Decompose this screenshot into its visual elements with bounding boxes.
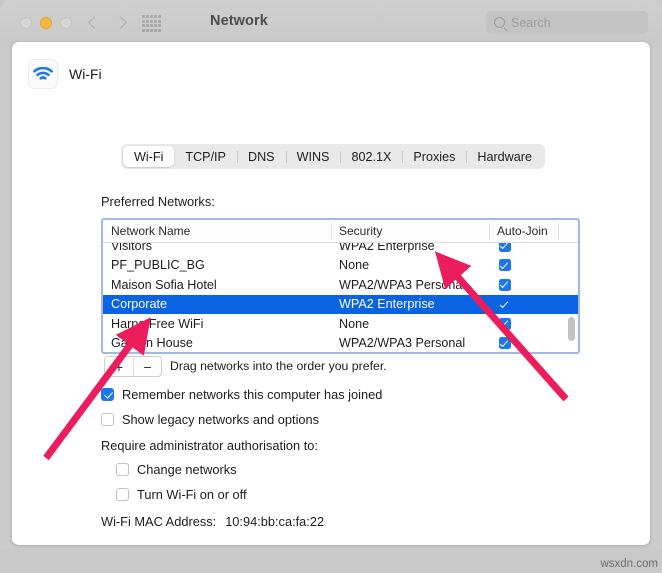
cell-network-name: Garden House <box>111 336 193 351</box>
option-label: Turn Wi-Fi on or off <box>137 487 247 502</box>
table-vertical-scrollbar[interactable] <box>568 317 575 341</box>
option-show-legacy[interactable]: Show legacy networks and options <box>101 412 319 427</box>
service-name: Wi-Fi <box>69 66 102 82</box>
table-row[interactable]: Visitors WPA2 Enterprise <box>103 243 578 256</box>
navigation-arrows <box>88 13 128 33</box>
mac-address-row: Wi-Fi MAC Address: 10:94:bb:ca:fa:22 <box>101 514 324 529</box>
zoom-button[interactable] <box>60 17 72 29</box>
tab-proxies[interactable]: Proxies <box>402 146 466 167</box>
screenshot-root: Network Search Wi-Fi Wi-Fi TCP/IP DNS WI… <box>0 0 662 573</box>
table-row[interactable]: Maison Sofia Hotel WPA2/WPA3 Personal <box>103 275 578 295</box>
watermark: wsxdn.com <box>600 558 658 570</box>
option-label: Show legacy networks and options <box>122 412 320 427</box>
network-preferences-window: Network Search Wi-Fi Wi-Fi TCP/IP DNS WI… <box>0 0 662 560</box>
mac-address-value: 10:94:bb:ca:fa:22 <box>225 514 325 529</box>
tab-wins[interactable]: WINS <box>285 146 341 167</box>
remove-network-button[interactable]: − <box>133 357 161 376</box>
auto-join-checkbox[interactable] <box>499 259 511 272</box>
cell-auto-join <box>489 298 558 311</box>
tab-8021x[interactable]: 802.1X <box>340 146 402 167</box>
service-header: Wi-Fi <box>28 59 102 89</box>
tab-tcpip[interactable]: TCP/IP <box>174 146 237 167</box>
add-network-button[interactable]: + <box>105 357 133 376</box>
table-body: Visitors WPA2 Enterprise PF_PUBLIC_BG No… <box>103 243 578 353</box>
settings-tabs: Wi-Fi TCP/IP DNS WINS 802.1X Proxies Har… <box>121 144 545 169</box>
add-remove-button-group: + − <box>104 356 162 377</box>
cell-network-name: Maison Sofia Hotel <box>111 277 217 292</box>
footer-strip <box>0 549 662 573</box>
auto-join-checkbox[interactable] <box>499 243 511 252</box>
chevron-left-icon[interactable] <box>88 13 100 33</box>
cell-security: WPA2/WPA3 Personal <box>339 277 466 292</box>
checkbox-show-legacy[interactable] <box>101 413 114 426</box>
minimize-button[interactable] <box>40 17 52 29</box>
auto-join-checkbox[interactable] <box>499 298 511 311</box>
cell-auto-join <box>489 243 558 252</box>
table-header-row: Network Name Security Auto-Join <box>103 220 578 243</box>
cell-network-name: PF_PUBLIC_BG <box>111 258 205 273</box>
search-field[interactable]: Search <box>486 11 648 34</box>
cell-auto-join <box>489 278 558 291</box>
checkbox-turn-wifi-on-off[interactable] <box>116 488 129 501</box>
cell-security: WPA2/WPA3 Personal <box>339 336 466 351</box>
wifi-settings-sheet: Wi-Fi Wi-Fi TCP/IP DNS WINS 802.1X Proxi… <box>12 42 650 545</box>
auto-join-checkbox[interactable] <box>499 337 511 350</box>
table-row[interactable]: Garden House WPA2/WPA3 Personal <box>103 334 578 353</box>
preferred-networks-table[interactable]: Network Name Security Auto-Join Visitors… <box>101 218 580 354</box>
cell-auto-join <box>489 259 558 272</box>
cell-network-name: Corporate <box>111 297 168 312</box>
auto-join-checkbox[interactable] <box>499 317 511 330</box>
column-header-auto-join[interactable]: Auto-Join <box>489 220 558 242</box>
page-title: Network <box>210 13 268 29</box>
search-icon <box>494 17 505 28</box>
table-row[interactable]: PF_PUBLIC_BG None <box>103 256 578 276</box>
traffic-light-group <box>20 17 72 29</box>
mac-address-label: Wi-Fi MAC Address: <box>101 514 217 529</box>
cell-security: None <box>339 316 370 331</box>
search-placeholder: Search <box>511 15 551 30</box>
checkbox-change-networks[interactable] <box>116 463 129 476</box>
option-remember-networks[interactable]: Remember networks this computer has join… <box>101 387 382 402</box>
tab-hardware[interactable]: Hardware <box>466 146 543 167</box>
cell-network-name: Visitors <box>111 243 153 253</box>
require-admin-label: Require administrator authorisation to: <box>101 438 318 453</box>
checkbox-remember-networks[interactable] <box>101 388 114 401</box>
tab-wifi[interactable]: Wi-Fi <box>123 146 175 167</box>
auto-join-checkbox[interactable] <box>499 278 511 291</box>
window-titlebar: Network Search <box>0 0 662 47</box>
tab-dns[interactable]: DNS <box>236 146 286 167</box>
drag-hint-text: Drag networks into the order you prefer. <box>170 359 387 373</box>
cell-auto-join <box>489 337 558 350</box>
option-change-networks[interactable]: Change networks <box>116 462 237 477</box>
cell-network-name: Harpa Free WiFi <box>111 316 204 331</box>
option-label: Change networks <box>137 462 237 477</box>
chevron-right-icon[interactable] <box>116 13 128 33</box>
column-header-spacer <box>558 220 578 242</box>
table-row-selected[interactable]: Corporate WPA2 Enterprise <box>103 294 578 314</box>
cell-security: None <box>339 258 370 273</box>
preferred-networks-label: Preferred Networks: <box>101 194 215 209</box>
close-button[interactable] <box>20 17 32 29</box>
cell-security: WPA2 Enterprise <box>339 243 435 253</box>
column-header-network-name[interactable]: Network Name <box>103 220 331 242</box>
column-header-security[interactable]: Security <box>331 220 489 242</box>
option-turn-wifi-on-off[interactable]: Turn Wi-Fi on or off <box>116 487 247 502</box>
cell-security: WPA2 Enterprise <box>339 297 435 312</box>
grid-apps-icon[interactable] <box>142 15 161 32</box>
option-label: Remember networks this computer has join… <box>122 387 383 402</box>
cell-auto-join <box>489 317 558 330</box>
wifi-icon <box>28 59 58 89</box>
table-row[interactable]: Harpa Free WiFi None <box>103 314 578 334</box>
